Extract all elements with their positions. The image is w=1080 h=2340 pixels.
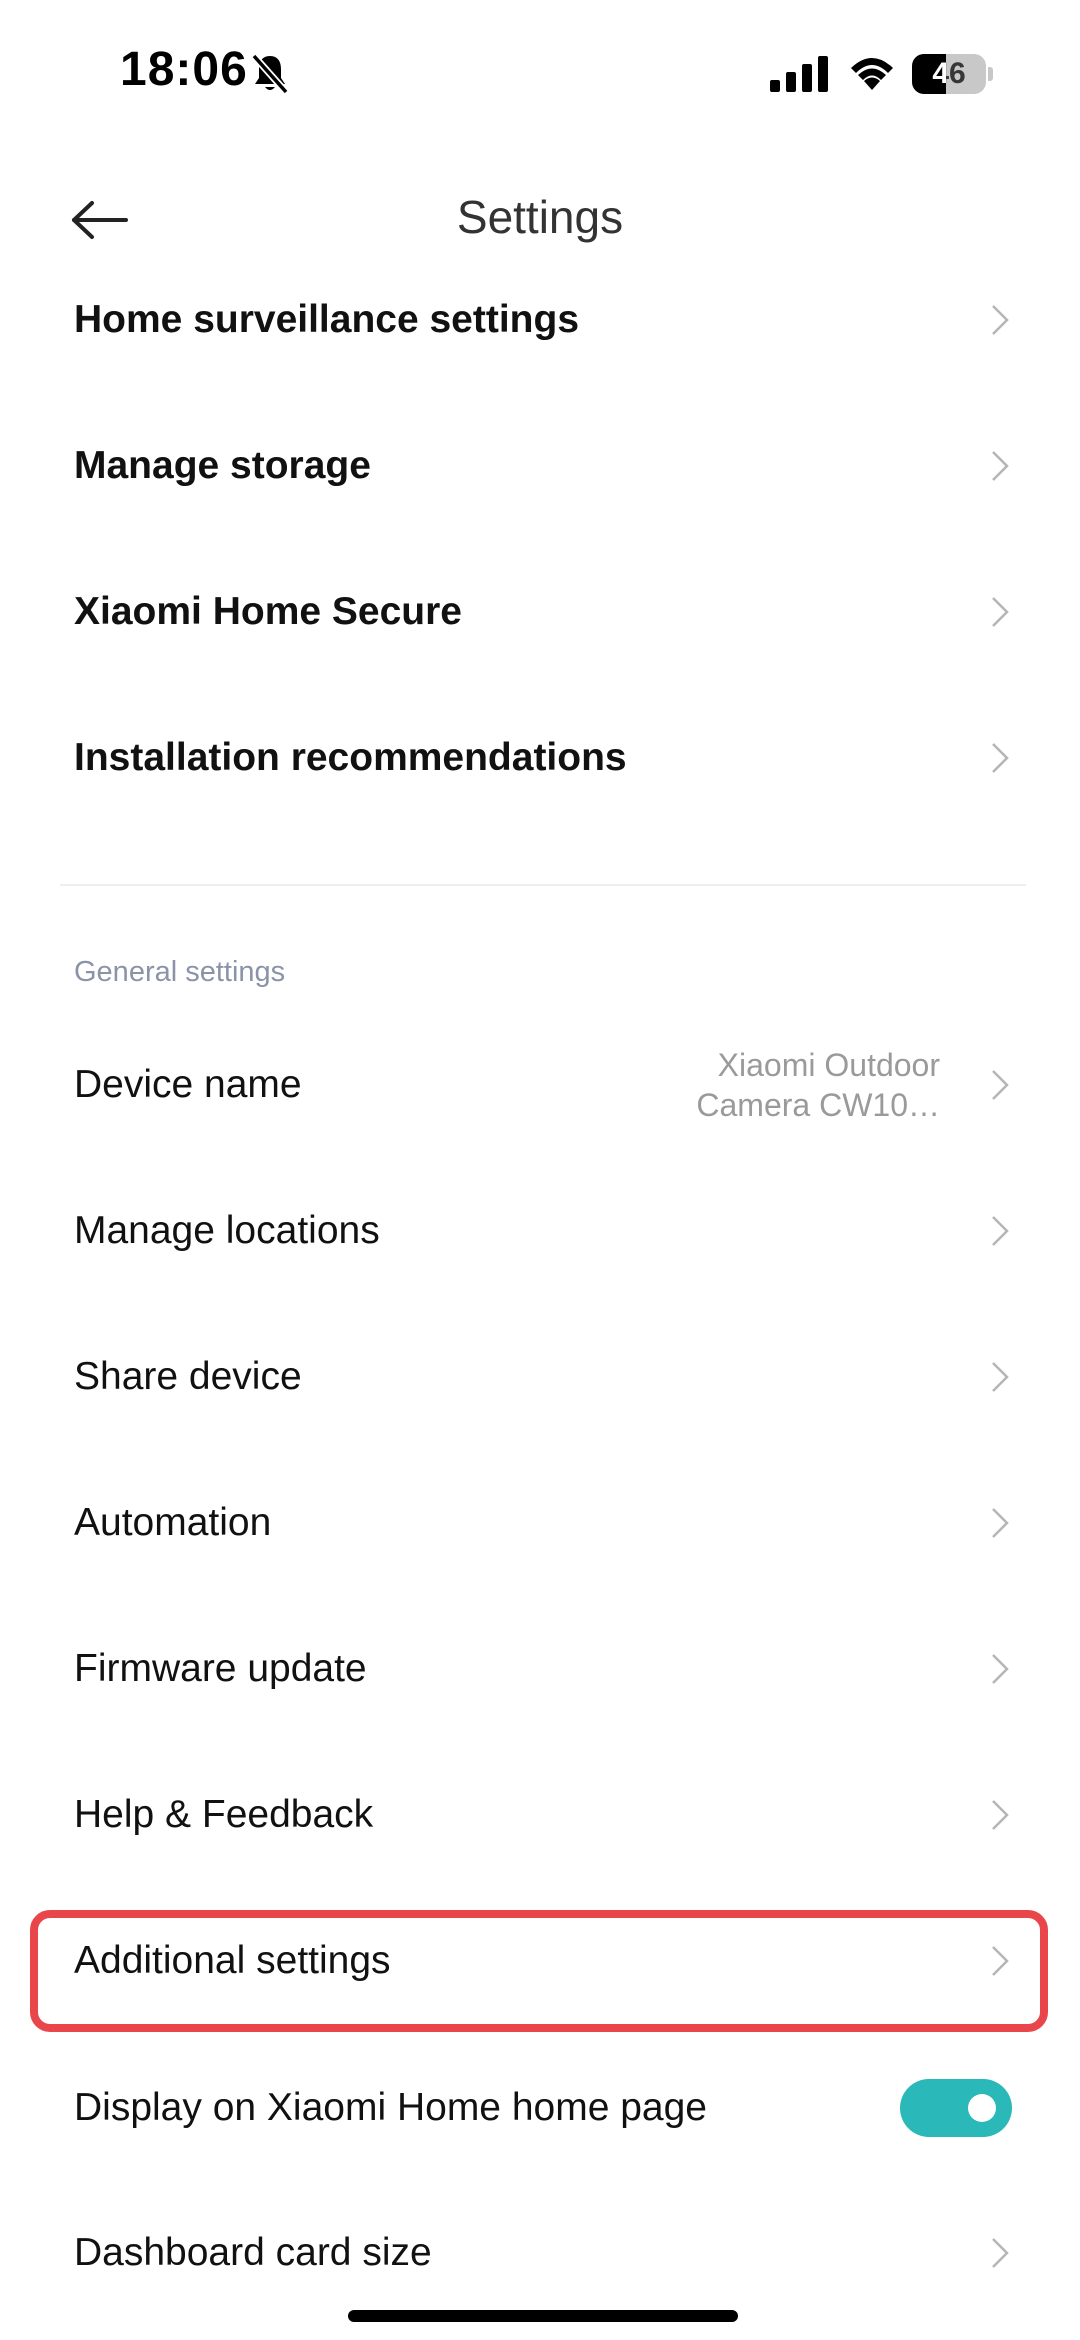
row-manage-storage[interactable]: Manage storage	[0, 393, 1080, 539]
status-time: 18:06	[120, 43, 248, 96]
row-manage-locations[interactable]: Manage locations	[0, 1158, 1080, 1304]
chevron-right-icon	[992, 1946, 1009, 1976]
section-header-general: General settings	[74, 956, 286, 988]
bell-slash-icon	[251, 53, 289, 95]
row-additional-settings[interactable]: Additional settings	[0, 1888, 1080, 2034]
battery-icon: 46	[912, 54, 993, 94]
chevron-right-icon	[992, 1800, 1009, 1830]
device-name-value: Xiaomi Outdoor Camera CW10…	[696, 1047, 940, 1123]
chevron-right-icon	[992, 1070, 1009, 1100]
home-indicator	[348, 2310, 738, 2322]
row-label: Device name	[74, 1063, 302, 1106]
chevron-right-icon	[992, 597, 1009, 627]
row-automation[interactable]: Automation	[0, 1450, 1080, 1596]
row-label: Manage storage	[74, 444, 371, 487]
signal-icon	[770, 56, 828, 92]
row-label: Xiaomi Home Secure	[74, 590, 462, 633]
chevron-right-icon	[992, 2238, 1009, 2268]
wifi-icon	[851, 58, 893, 90]
battery-level: 46	[932, 57, 966, 90]
row-label: Dashboard card size	[74, 2231, 432, 2274]
chevron-right-icon	[992, 1508, 1009, 1538]
row-label: Installation recommendations	[74, 736, 627, 779]
row-installation-recommendations[interactable]: Installation recommendations	[0, 685, 1080, 831]
row-dashboard-card-size[interactable]: Dashboard card size	[0, 2180, 1080, 2326]
row-label: Home surveillance settings	[74, 298, 580, 341]
row-home-surveillance-settings[interactable]: Home surveillance settings	[0, 247, 1080, 393]
display-on-home-toggle[interactable]	[900, 2079, 1012, 2137]
row-label: Automation	[74, 1501, 272, 1544]
row-device-name[interactable]: Device name Xiaomi Outdoor Camera CW10…	[0, 1012, 1080, 1158]
chevron-right-icon	[992, 451, 1009, 481]
row-label: Additional settings	[74, 1939, 391, 1982]
row-firmware-update[interactable]: Firmware update	[0, 1596, 1080, 1742]
chevron-right-icon	[992, 1654, 1009, 1684]
status-bar: 18:06 46	[0, 0, 1080, 150]
row-label: Help & Feedback	[74, 1793, 374, 1836]
page-title: Settings	[456, 191, 624, 243]
row-label: Display on Xiaomi Home home page	[74, 2086, 707, 2129]
chevron-right-icon	[992, 305, 1009, 335]
section-divider	[60, 884, 1026, 886]
chevron-right-icon	[992, 743, 1009, 773]
row-xiaomi-home-secure[interactable]: Xiaomi Home Secure	[0, 539, 1080, 685]
row-label: Firmware update	[74, 1647, 367, 1690]
row-label: Manage locations	[74, 1209, 380, 1252]
row-help-feedback[interactable]: Help & Feedback	[0, 1742, 1080, 1888]
row-display-on-home-page: Display on Xiaomi Home home page	[0, 2035, 1080, 2181]
chevron-right-icon	[992, 1216, 1009, 1246]
row-label: Share device	[74, 1355, 302, 1398]
row-share-device[interactable]: Share device	[0, 1304, 1080, 1450]
chevron-right-icon	[992, 1362, 1009, 1392]
toggle-knob	[968, 2094, 996, 2122]
